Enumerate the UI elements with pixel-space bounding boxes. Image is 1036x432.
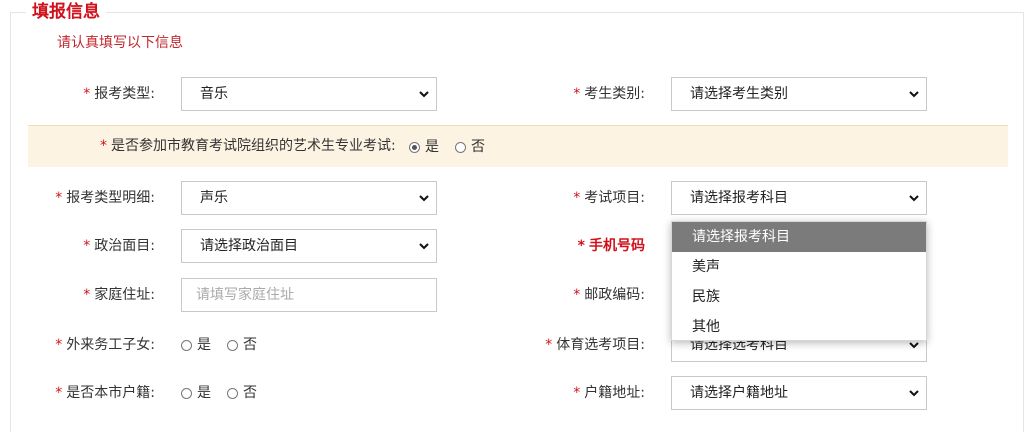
chevron-down-icon [908,182,920,214]
dropdown-option[interactable]: 其他 [672,312,926,342]
subject-dropdown-list: 请选择报考科目 美声 民族 其他 [671,221,927,341]
exam-type-detail-label: * 报考类型明细: [55,190,155,206]
hukou-address-label: * 户籍地址: [573,385,645,401]
local-hukou-radio-group: 是 否 [181,376,273,410]
section-title: 填报信息 [26,0,106,24]
chevron-down-icon [908,377,920,409]
political-status-label: * 政治面目: [83,238,155,254]
exam-type-select[interactable]: 音乐 [181,77,437,111]
dropdown-option[interactable]: 美声 [672,252,926,282]
exam-subject-select[interactable]: 请选择报考科目 [671,181,927,215]
art-exam-radio-group: 是 否 [409,130,501,164]
candidate-category-label: * 考生类别: [573,86,645,102]
local-hukou-label: * 是否本市户籍: [55,385,155,401]
art-exam-yes-radio[interactable] [409,141,420,153]
chevron-down-icon [418,230,430,262]
home-address-input[interactable]: 请填写家庭住址 [181,278,437,312]
art-exam-question: * 是否参加市教育考试院组织的艺术生专业考试: [100,138,396,154]
postal-code-label: * 邮政编码: [573,287,645,303]
local-hukou-no-radio[interactable] [227,387,238,399]
candidate-category-select[interactable]: 请选择考生类别 [671,77,927,111]
mobile-label: * 手机号码 [577,238,645,254]
political-status-select[interactable]: 请选择政治面目 [181,229,437,263]
section-subtitle: 请认真填写以下信息 [57,35,183,51]
exam-subject-label: * 考试项目: [573,190,645,206]
art-exam-no-radio[interactable] [455,141,466,153]
exam-type-label: * 报考类型: [83,86,155,102]
pe-subject-label: * 体育选考项目: [545,337,645,353]
hukou-address-select[interactable]: 请选择户籍地址 [671,376,927,410]
migrant-child-radio-group: 是 否 [181,328,273,362]
migrant-child-yes-radio[interactable] [181,339,192,351]
local-hukou-yes-radio[interactable] [181,387,192,399]
home-address-label: * 家庭住址: [83,287,155,303]
dropdown-option[interactable]: 请选择报考科目 [672,222,926,252]
dropdown-option[interactable]: 民族 [672,282,926,312]
migrant-child-no-radio[interactable] [227,339,238,351]
chevron-down-icon [418,78,430,110]
chevron-down-icon [908,78,920,110]
migrant-child-label: * 外来务工子女: [55,337,155,353]
exam-type-detail-select[interactable]: 声乐 [181,181,437,215]
chevron-down-icon [418,182,430,214]
